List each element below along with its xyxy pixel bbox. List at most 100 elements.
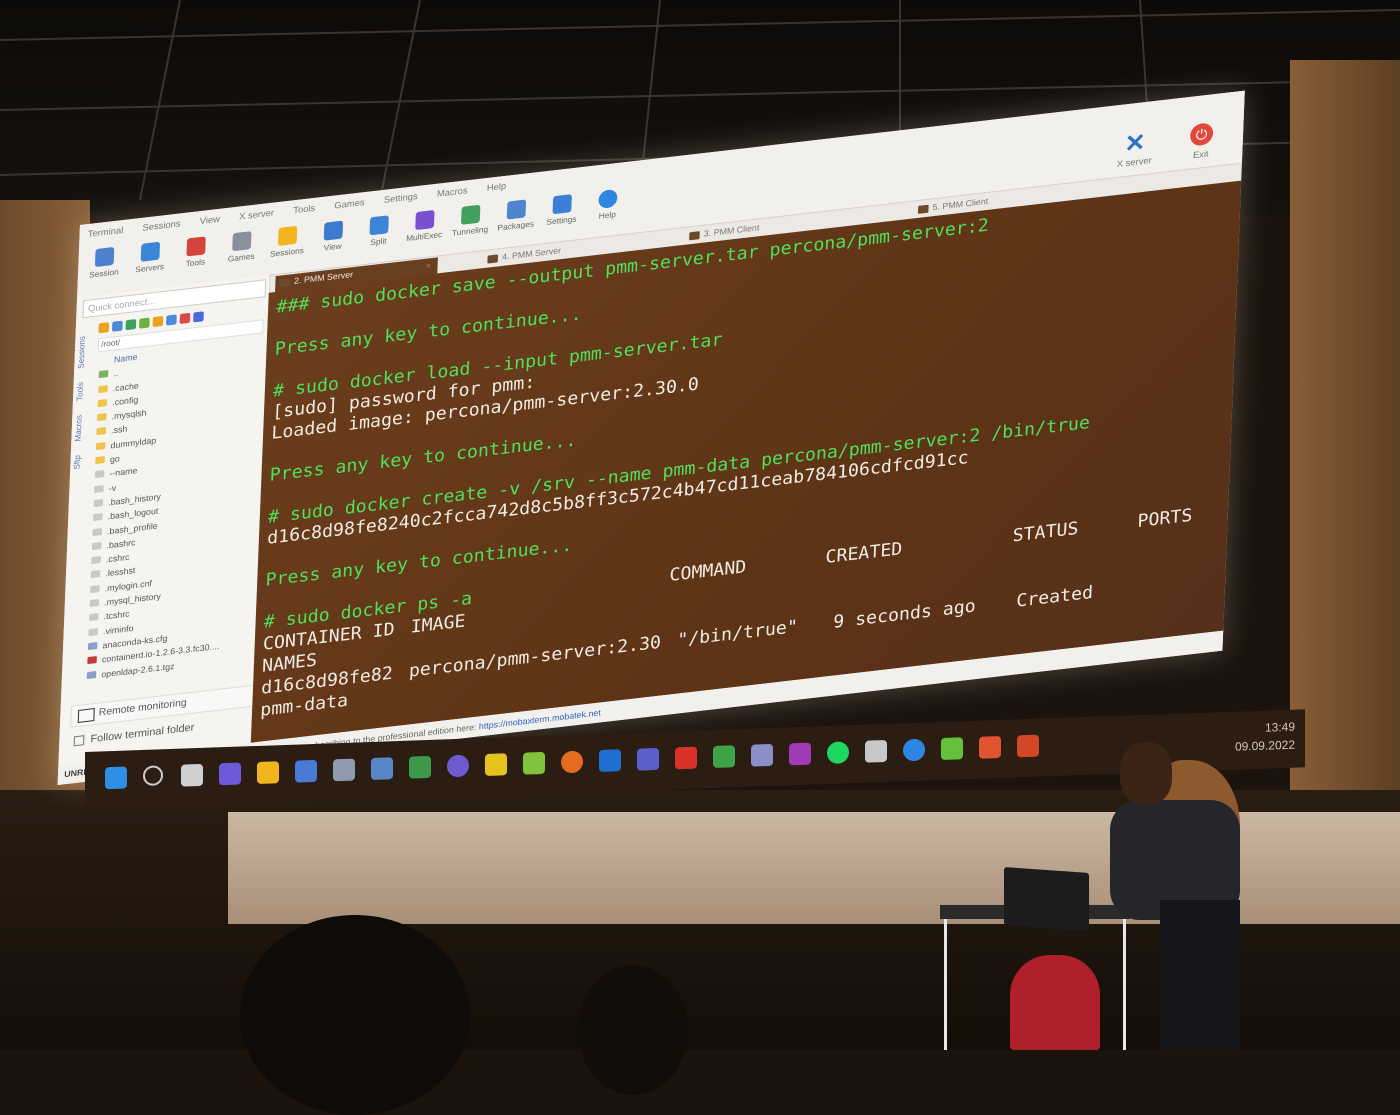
- exit-button[interactable]: ⏻ Exit: [1182, 121, 1221, 161]
- notes-icon[interactable]: [523, 751, 545, 775]
- file-icon: [88, 627, 99, 636]
- menu-view[interactable]: View: [191, 208, 228, 227]
- folder-up-icon[interactable]: [98, 322, 110, 334]
- parent-folder-icon: [98, 370, 109, 379]
- delete-icon[interactable]: [179, 312, 191, 324]
- search-icon[interactable]: [143, 765, 163, 786]
- sheets-icon[interactable]: [713, 745, 735, 769]
- packages-icon: [506, 199, 527, 220]
- monitor-icon: [77, 708, 95, 723]
- tools-icon: [186, 236, 206, 257]
- chat-icon[interactable]: [219, 762, 241, 786]
- system-clock[interactable]: 13:49 09.09.2022: [1235, 718, 1295, 756]
- folder-icon: [97, 398, 108, 408]
- view-button[interactable]: View: [311, 219, 356, 254]
- task-view-icon[interactable]: [181, 763, 203, 787]
- folder-icon: [96, 427, 107, 436]
- app-icon[interactable]: [979, 735, 1001, 759]
- firefox-icon[interactable]: [561, 750, 583, 774]
- tab-sessions[interactable]: Sessions: [76, 336, 87, 370]
- settings-icon: [552, 194, 572, 215]
- session-icon: [94, 246, 115, 268]
- remote-desktop-icon[interactable]: [295, 759, 317, 783]
- lock-icon[interactable]: [485, 753, 507, 776]
- tools-button[interactable]: Tools: [173, 235, 218, 270]
- follow-terminal-checkbox[interactable]: [73, 735, 85, 747]
- sidebar: Quick connect... Sessions Tools Macros S…: [58, 274, 271, 765]
- tab-sftp[interactable]: Sftp: [72, 455, 82, 470]
- audience-head: [578, 965, 688, 1095]
- powerpoint-icon[interactable]: [1017, 734, 1039, 758]
- star-icon: [277, 225, 298, 246]
- teams-icon[interactable]: [637, 747, 659, 771]
- rename-icon[interactable]: [193, 311, 204, 323]
- file-icon: [94, 484, 104, 493]
- multiexec-icon: [415, 209, 435, 231]
- upload-icon[interactable]: [125, 319, 137, 331]
- servers-icon: [140, 241, 161, 262]
- new-file-icon[interactable]: [166, 314, 177, 326]
- menu-help[interactable]: Help: [478, 175, 514, 194]
- view-icon: [323, 220, 344, 241]
- tab-tools[interactable]: Tools: [75, 382, 85, 402]
- games-button[interactable]: Games: [219, 230, 264, 265]
- windows-start-icon[interactable]: [105, 766, 127, 790]
- clock-time: 13:49: [1264, 719, 1295, 735]
- virtualbox-icon[interactable]: [333, 758, 355, 782]
- outlook-icon[interactable]: [599, 749, 621, 773]
- help-icon: [598, 188, 618, 209]
- servers-button[interactable]: Servers: [128, 240, 173, 275]
- acrobat-icon[interactable]: [675, 746, 697, 770]
- close-icon[interactable]: ×: [426, 260, 432, 271]
- terminal-tab-icon: [279, 278, 291, 288]
- games-icon: [232, 231, 252, 252]
- file-icon: [91, 556, 101, 565]
- laptop: [1004, 867, 1089, 931]
- folder-icon: [95, 456, 105, 465]
- snipping-icon[interactable]: [409, 755, 431, 779]
- download-icon[interactable]: [903, 738, 925, 762]
- file-explorer-icon[interactable]: [257, 761, 279, 784]
- cloud-icon[interactable]: [941, 737, 963, 761]
- xserver-button[interactable]: ✕ X server: [1109, 128, 1160, 170]
- session-button[interactable]: Session: [82, 245, 127, 280]
- remote-monitoring-button[interactable]: Remote monitoring: [70, 683, 267, 728]
- file-icon: [90, 584, 100, 593]
- config-file-icon: [87, 641, 98, 651]
- terminal-tab-icon: [689, 231, 700, 241]
- file-icon: [92, 527, 103, 536]
- split-button[interactable]: Split: [356, 214, 401, 249]
- presenter-head: [1120, 742, 1172, 804]
- tunneling-icon: [460, 204, 481, 225]
- tunneling-button[interactable]: Tunneling: [448, 203, 493, 238]
- multiexec-button[interactable]: MultiExec: [402, 209, 447, 244]
- menu-tools[interactable]: Tools: [285, 197, 324, 216]
- settings-button[interactable]: Settings: [540, 193, 585, 228]
- documents-icon[interactable]: [865, 739, 887, 763]
- mobaxterm-icon[interactable]: [371, 757, 393, 780]
- file-icon: [94, 470, 105, 479]
- red-chair: [1010, 955, 1100, 1050]
- rpm-package-icon: [87, 656, 97, 665]
- mysql-workbench-icon[interactable]: [751, 743, 773, 767]
- file-icon: [93, 499, 104, 508]
- help-button[interactable]: Help: [585, 187, 630, 222]
- file-icon: [91, 541, 102, 550]
- file-icon: [92, 513, 103, 522]
- power-icon: ⏻: [1189, 122, 1214, 147]
- file-icon: [88, 613, 99, 622]
- sessions-button[interactable]: Sessions: [265, 224, 310, 259]
- menu-sessions[interactable]: Sessions: [134, 212, 189, 233]
- folder-icon: [95, 441, 106, 450]
- new-folder-icon[interactable]: [152, 315, 164, 328]
- packages-button[interactable]: Packages: [494, 198, 539, 233]
- clock-date: 09.09.2022: [1234, 737, 1295, 754]
- refresh-icon[interactable]: [139, 317, 150, 329]
- download-icon[interactable]: [111, 320, 123, 332]
- tab-macros[interactable]: Macros: [73, 415, 83, 442]
- onenote-icon[interactable]: [789, 742, 811, 766]
- file-icon: [89, 599, 100, 608]
- spotify-icon[interactable]: [827, 741, 849, 765]
- presenter-legs: [1160, 900, 1240, 1050]
- vpn-icon[interactable]: [447, 754, 469, 778]
